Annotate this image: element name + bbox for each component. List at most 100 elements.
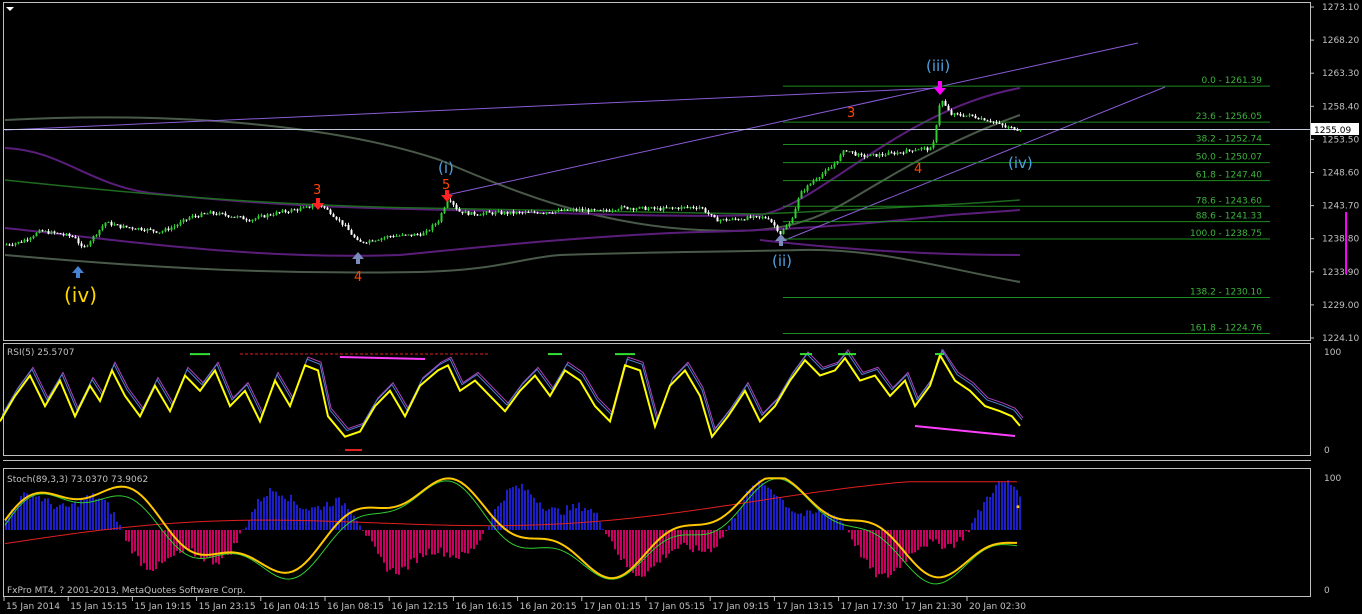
stoch-histogram-bar <box>44 498 46 530</box>
stoch-histogram-bar <box>407 530 409 570</box>
stoch-histogram-bar <box>986 496 988 530</box>
candle-body <box>947 105 950 111</box>
candle-body <box>113 224 116 226</box>
candle-body <box>725 218 728 221</box>
stoch-histogram-bar <box>362 530 364 531</box>
candle-body <box>980 118 983 120</box>
stoch-histogram-bar <box>692 530 694 553</box>
candle-body <box>329 209 332 215</box>
candle-body <box>575 209 578 211</box>
candle-body <box>878 154 881 157</box>
price-tick-label: 1243.70 <box>1322 202 1359 212</box>
stoch-histogram-bar <box>374 530 376 547</box>
stoch-level-0: 0 <box>1324 586 1330 596</box>
candle-body <box>437 221 440 224</box>
candle-body <box>176 224 179 227</box>
candle-body <box>434 223 437 226</box>
candle-body <box>962 115 965 117</box>
stoch-histogram-bar <box>659 530 661 563</box>
stoch-histogram-bar <box>347 508 349 530</box>
candle-body <box>908 149 911 151</box>
stoch-histogram-bar <box>146 530 148 570</box>
candle-body <box>227 215 230 217</box>
candle-body <box>458 209 461 212</box>
stoch-histogram-bar <box>32 494 34 530</box>
candle-body <box>932 141 935 148</box>
stoch-histogram-bar <box>368 530 370 536</box>
stoch-histogram-bar <box>251 511 253 530</box>
stoch-histogram-bar <box>470 530 472 549</box>
stoch-histogram-bar <box>851 530 853 540</box>
stoch-histogram-bar <box>74 501 76 530</box>
candle-body <box>941 100 944 106</box>
stoch-histogram-bar <box>866 530 868 560</box>
candle-body <box>896 152 899 155</box>
stoch-histogram-bar <box>284 498 286 530</box>
rsi-divergence-top <box>339 356 426 360</box>
stoch-histogram-bar <box>557 508 559 530</box>
stoch-histogram-bar <box>944 530 946 549</box>
candle-body <box>788 223 791 227</box>
candle-body <box>455 204 458 210</box>
wave-label-iv-small: (iv) <box>1008 154 1033 172</box>
candle-body <box>827 168 830 171</box>
candle-body <box>668 207 671 209</box>
candle-body <box>404 234 407 236</box>
candle-body <box>749 216 752 218</box>
stoch-histogram-bar <box>149 530 151 570</box>
candle-body <box>917 149 920 151</box>
stoch-histogram-bar <box>956 530 958 542</box>
candle-body <box>203 213 206 215</box>
stoch-level-100: 100 <box>1324 474 1341 484</box>
stoch-histogram-bar <box>908 530 910 554</box>
dropdown-arrow-icon[interactable] <box>6 7 14 11</box>
candle-body <box>872 153 875 155</box>
candle-body <box>590 209 593 212</box>
candle-body <box>281 210 284 213</box>
stoch-histogram-bar <box>977 509 979 530</box>
candle-body <box>476 214 479 216</box>
stoch-histogram-bar <box>554 507 556 530</box>
candle-body <box>8 244 11 246</box>
stoch-histogram-bar <box>953 530 955 548</box>
stoch-histogram-bar <box>476 530 478 545</box>
candle-body <box>776 225 779 232</box>
price-tick-label: 1229.00 <box>1322 301 1359 311</box>
candle-body <box>845 150 848 152</box>
fib-label: 100.0 - 1238.75 <box>1190 229 1262 239</box>
candle-body <box>185 219 188 221</box>
time-tick-label: 15 Jan 15:15 <box>70 602 127 612</box>
stoch-histogram-bar <box>980 511 982 530</box>
wave-label-4b: 4 <box>914 162 922 177</box>
candle-body <box>101 226 104 230</box>
candle-body <box>935 125 938 142</box>
stoch-histogram-bar <box>881 530 883 575</box>
candle-body <box>641 206 644 208</box>
stoch-histogram-bar <box>137 530 139 557</box>
candle-body <box>305 206 308 208</box>
stoch-histogram-bar <box>902 530 904 562</box>
rsi-level-100: 100 <box>1324 348 1341 358</box>
stoch-histogram-bar <box>641 530 643 577</box>
stoch-histogram-bar <box>566 505 568 530</box>
candle-body <box>248 220 251 222</box>
stoch-histogram-bar <box>377 530 379 554</box>
wave-label-iii: (iii) <box>926 57 950 75</box>
lower-ma-curve <box>4 248 1021 283</box>
candle-body <box>332 214 335 217</box>
candle-body <box>200 213 203 217</box>
stoch-histogram-bar <box>821 513 823 530</box>
stoch-series <box>4 477 1021 585</box>
candle-body <box>296 209 299 211</box>
stoch-last-point <box>1016 505 1020 509</box>
candle-body <box>440 213 443 222</box>
stoch-histogram-bar <box>779 497 781 530</box>
candle-body <box>428 230 431 232</box>
stoch-histogram-bar <box>215 530 217 563</box>
candle-body <box>737 219 740 221</box>
candle-body <box>659 207 662 211</box>
candle-body <box>47 231 50 234</box>
candle-body <box>998 122 1001 124</box>
price-tick-label: 1233.90 <box>1322 268 1359 278</box>
stoch-histogram-bar <box>923 530 925 547</box>
